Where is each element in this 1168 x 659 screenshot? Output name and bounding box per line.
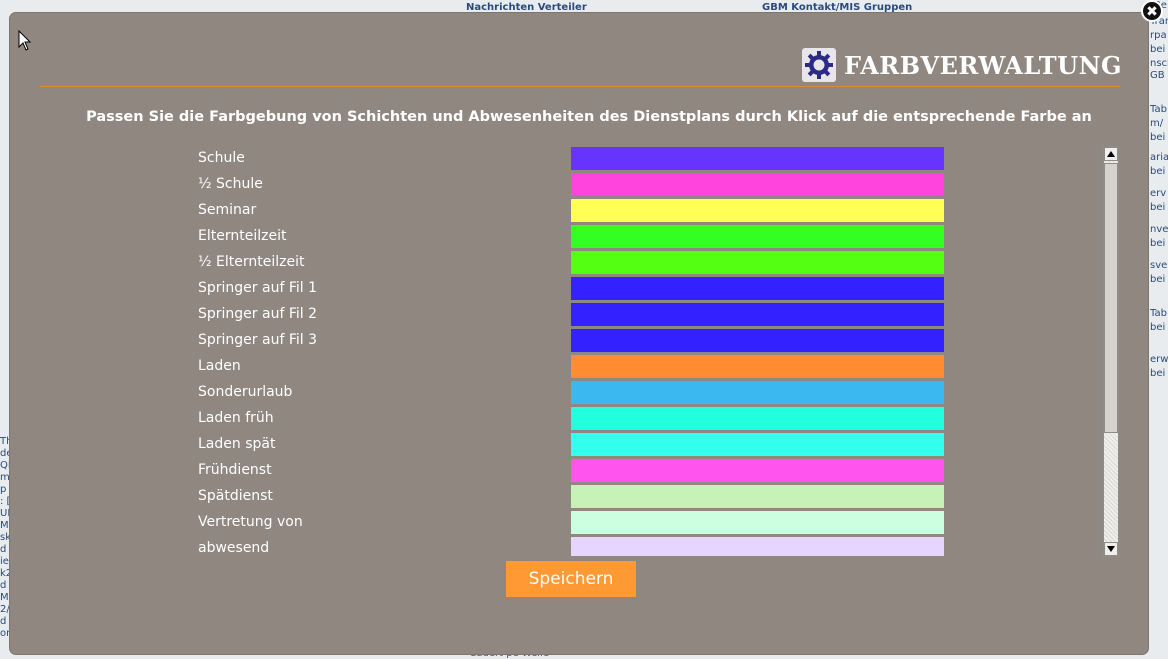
color-swatch[interactable] <box>571 381 944 404</box>
color-row-label: Frühdienst <box>198 462 272 478</box>
color-row-label: Vertretung von <box>198 514 303 530</box>
color-row-label: Springer auf Fil 2 <box>198 306 317 322</box>
color-row: Vertretung von <box>198 510 958 536</box>
bg-right-fragment: bei <box>1150 132 1166 143</box>
bg-left-fragment: d <box>0 616 7 627</box>
color-row-label: abwesend <box>198 540 270 556</box>
bg-left-fragment: d <box>0 544 7 555</box>
color-swatch[interactable] <box>571 199 944 222</box>
color-row-label: ½ Schule <box>198 176 263 192</box>
color-swatch[interactable] <box>571 173 944 196</box>
color-row: ½ Schule <box>198 172 958 198</box>
bg-right-fragment: aria <box>1150 152 1168 163</box>
close-icon[interactable]: ✖ <box>1141 0 1163 22</box>
color-swatch[interactable] <box>571 511 944 534</box>
color-swatch[interactable] <box>571 485 944 508</box>
color-swatch[interactable] <box>571 433 944 456</box>
bg-left-fragment: m <box>0 472 10 483</box>
color-swatch[interactable] <box>571 355 944 378</box>
color-row: Springer auf Fil 3 <box>198 328 958 354</box>
bg-right-fragment: GB <box>1150 70 1165 81</box>
color-swatch[interactable] <box>571 277 944 300</box>
mouse-cursor-icon <box>18 30 32 51</box>
color-swatch[interactable] <box>571 537 944 556</box>
bg-right-fragment: bei <box>1150 368 1166 379</box>
color-row: Seminar <box>198 198 958 224</box>
scrollbar-thumb[interactable] <box>1104 163 1118 433</box>
color-swatch[interactable] <box>571 251 944 274</box>
color-row-label: ½ Elternteilzeit <box>198 254 305 270</box>
bg-right-fragment: bei <box>1150 238 1166 249</box>
color-row: Laden früh <box>198 406 958 432</box>
color-row: Laden <box>198 354 958 380</box>
color-row: Elternteilzeit <box>198 224 958 250</box>
bg-right-fragment: bei <box>1150 166 1166 177</box>
bg-left-fragment: ie <box>0 556 9 567</box>
bg-right-fragment: erw <box>1150 354 1168 365</box>
bg-nav-item[interactable]: Nachrichten Verteiler <box>466 2 587 13</box>
bg-left-fragment: p <box>0 484 7 495</box>
dialog-title: FARBVERWALTUNG <box>844 50 1122 80</box>
bg-nav-item[interactable]: GBM Kontakt/MIS Gruppen <box>762 2 912 13</box>
color-row: ½ Elternteilzeit <box>198 250 958 276</box>
save-button[interactable]: Speichern <box>506 561 636 597</box>
scrollbar[interactable] <box>1103 146 1119 557</box>
color-row-label: Laden früh <box>198 410 274 426</box>
bg-right-fragment: bei <box>1150 202 1166 213</box>
color-row-label: Springer auf Fil 1 <box>198 280 317 296</box>
bg-left-fragment: d <box>0 580 7 591</box>
color-list: Schule ½ Schule Seminar Elternteilzeit ½ Elt… <box>198 146 1098 556</box>
color-row-label: Seminar <box>198 202 257 218</box>
color-management-dialog: FARBVERWALTUNG Passen Sie die Farbgebung… <box>10 13 1148 654</box>
bg-right-fragment: nsch <box>1150 58 1168 69</box>
color-swatch[interactable] <box>571 225 944 248</box>
dialog-header: FARBVERWALTUNG <box>802 48 1122 82</box>
bg-right-fragment: sve <box>1150 260 1168 271</box>
bg-right-fragment: rpa <box>1150 30 1167 41</box>
bg-right-fragment: bei <box>1150 44 1166 55</box>
instruction-text: Passen Sie die Farbgebung von Schichten … <box>86 109 1092 125</box>
scroll-down-icon[interactable] <box>1104 542 1118 556</box>
color-row: abwesend <box>198 536 958 556</box>
color-row-label: Springer auf Fil 3 <box>198 332 317 348</box>
bg-left-fragment: 2/ <box>0 604 10 615</box>
bg-right-fragment: bei <box>1150 274 1166 285</box>
color-row: Frühdienst <box>198 458 958 484</box>
color-row: Springer auf Fil 1 <box>198 276 958 302</box>
color-row: Spätdienst <box>198 484 958 510</box>
color-row-label: Sonderurlaub <box>198 384 293 400</box>
gear-icon <box>802 48 836 82</box>
bg-right-fragment: nve <box>1150 224 1168 235</box>
color-row-label: Laden <box>198 358 241 374</box>
color-row: Sonderurlaub <box>198 380 958 406</box>
color-swatch[interactable] <box>571 303 944 326</box>
color-row-label: Spätdienst <box>198 488 273 504</box>
color-swatch[interactable] <box>571 329 944 352</box>
bg-right-fragment: bei <box>1150 322 1166 333</box>
color-row-label: Schule <box>198 150 245 166</box>
color-swatch[interactable] <box>571 147 944 170</box>
header-divider <box>40 86 1120 87</box>
bg-left-fragment: UI <box>0 508 11 519</box>
bg-left-fragment: : [ <box>0 496 11 507</box>
color-row: Laden spät <box>198 432 958 458</box>
color-swatch[interactable] <box>571 407 944 430</box>
bg-right-fragment: Tab <box>1150 308 1167 319</box>
scroll-up-icon[interactable] <box>1104 147 1118 161</box>
color-row-label: Laden spät <box>198 436 276 452</box>
color-row: Schule <box>198 146 958 172</box>
color-row-label: Elternteilzeit <box>198 228 287 244</box>
color-swatch[interactable] <box>571 459 944 482</box>
color-row: Springer auf Fil 2 <box>198 302 958 328</box>
bg-right-fragment: erv <box>1150 188 1167 199</box>
